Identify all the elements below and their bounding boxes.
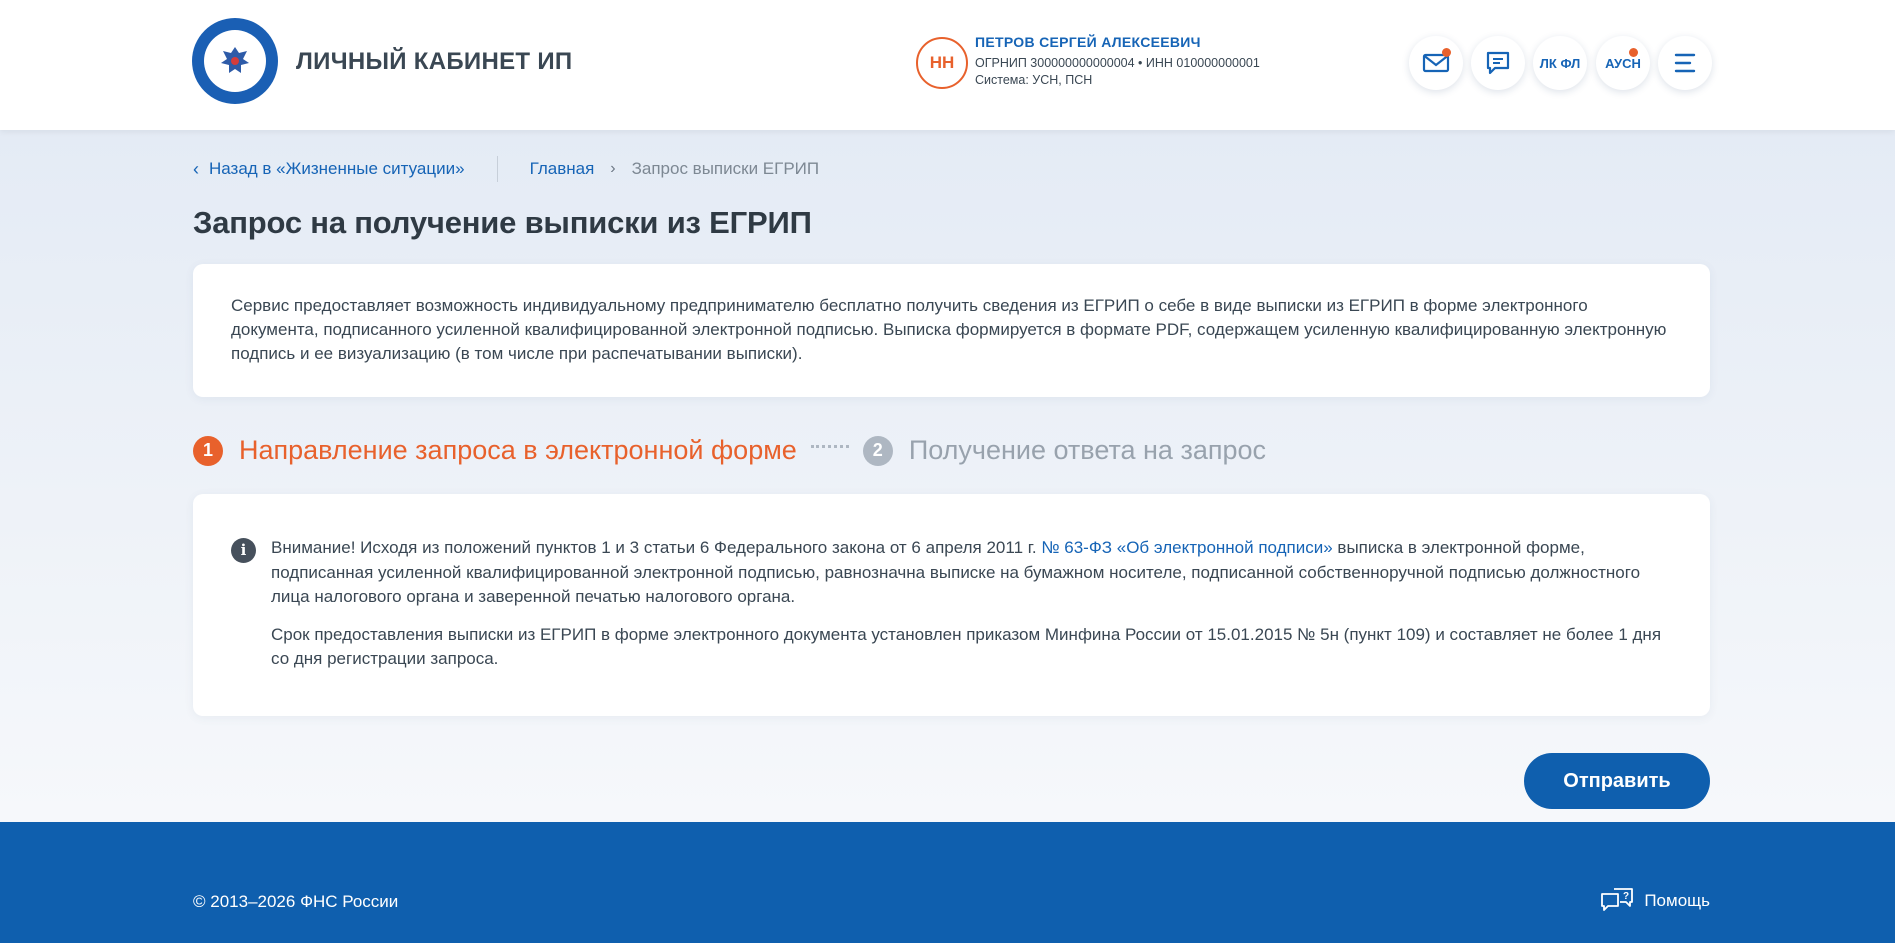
page-title: Запрос на получение выписки из ЕГРИП bbox=[193, 205, 812, 240]
notice-paragraph-2: Срок предоставления выписки из ЕГРИП в ф… bbox=[271, 624, 1662, 669]
copyright: © 2013–2026 ФНС России bbox=[193, 892, 399, 911]
footer: © 2013–2026 ФНС России ? Помощь bbox=[0, 822, 1895, 943]
notice-text-before: Внимание! Исходя из положений пунктов 1 … bbox=[271, 538, 1042, 557]
user-system: Система: УСН, ПСН bbox=[975, 73, 1093, 87]
breadcrumb-current: Запрос выписки ЕГРИП bbox=[631, 159, 820, 178]
brand-title: ЛИЧНЫЙ КАБИНЕТ ИП bbox=[296, 48, 573, 75]
breadcrumb-home[interactable]: Главная bbox=[530, 159, 595, 179]
step-connector bbox=[810, 445, 849, 448]
menu-button[interactable] bbox=[1658, 36, 1712, 90]
service-description: Сервис предоставляет возможность индивид… bbox=[231, 296, 1667, 363]
user-info: ПЕТРОВ СЕРГЕЙ АЛЕКСЕЕВИЧ ОГРНИП 30000000… bbox=[975, 34, 1260, 89]
breadcrumb: ‹ Назад в «Жизненные ситуации» Главная ›… bbox=[193, 156, 819, 182]
chat-icon bbox=[1486, 51, 1510, 75]
step-1-number: 1 bbox=[193, 435, 223, 466]
back-link[interactable]: ‹ Назад в «Жизненные ситуации» bbox=[193, 159, 465, 180]
header: ЛИЧНЫЙ КАБИНЕТ ИП НН ПЕТРОВ СЕРГЕЙ АЛЕКС… bbox=[0, 0, 1895, 130]
svg-text:?: ? bbox=[1623, 891, 1629, 902]
back-link-label: Назад в «Жизненные ситуации» bbox=[209, 159, 465, 178]
info-icon: i bbox=[231, 538, 256, 563]
step-1-label: Направление запроса в электронной форме bbox=[239, 435, 797, 465]
mail-notification-dot bbox=[1442, 48, 1451, 57]
notice-paragraph-1: Внимание! Исходя из положений пунктов 1 … bbox=[271, 536, 1670, 610]
lk-fl-button[interactable]: ЛК ФЛ bbox=[1533, 36, 1587, 90]
ausn-label: АУСН bbox=[1605, 55, 1641, 71]
user-avatar[interactable]: НН bbox=[916, 37, 968, 89]
help-link[interactable]: ? Помощь bbox=[1600, 886, 1710, 916]
chat-button[interactable] bbox=[1471, 36, 1525, 90]
law-link[interactable]: № 63-ФЗ «Об электронной подписи» bbox=[1041, 538, 1332, 557]
fns-logo[interactable] bbox=[192, 18, 278, 104]
user-name[interactable]: ПЕТРОВ СЕРГЕЙ АЛЕКСЕЕВИЧ bbox=[975, 34, 1260, 50]
service-description-card: Сервис предоставляет возможность индивид… bbox=[193, 264, 1710, 397]
mail-button[interactable] bbox=[1409, 36, 1463, 90]
eagle-emblem-icon bbox=[204, 30, 266, 92]
help-label: Помощь bbox=[1644, 891, 1710, 910]
menu-icon bbox=[1674, 53, 1696, 73]
step-2-label: Получение ответа на запрос bbox=[908, 435, 1266, 465]
ausn-button[interactable]: АУСН bbox=[1596, 36, 1650, 90]
step-2-number: 2 bbox=[862, 435, 893, 466]
notice-card: i Внимание! Исходя из положений пунктов … bbox=[193, 494, 1710, 716]
main-content: ‹ Назад в «Жизненные ситуации» Главная ›… bbox=[0, 130, 1895, 822]
steps-indicator: 1 Направление запроса в электронной форм… bbox=[193, 435, 1266, 466]
chevron-right-icon: › bbox=[610, 160, 616, 177]
chevron-left-icon: ‹ bbox=[193, 158, 199, 179]
breadcrumb-divider bbox=[496, 156, 498, 182]
ausn-notification-dot bbox=[1629, 48, 1638, 57]
submit-button[interactable]: Отправить bbox=[1524, 753, 1710, 809]
user-ids: ОГРНИП 300000000000004 • ИНН 01000000000… bbox=[975, 56, 1260, 70]
help-icon: ? bbox=[1600, 886, 1634, 916]
